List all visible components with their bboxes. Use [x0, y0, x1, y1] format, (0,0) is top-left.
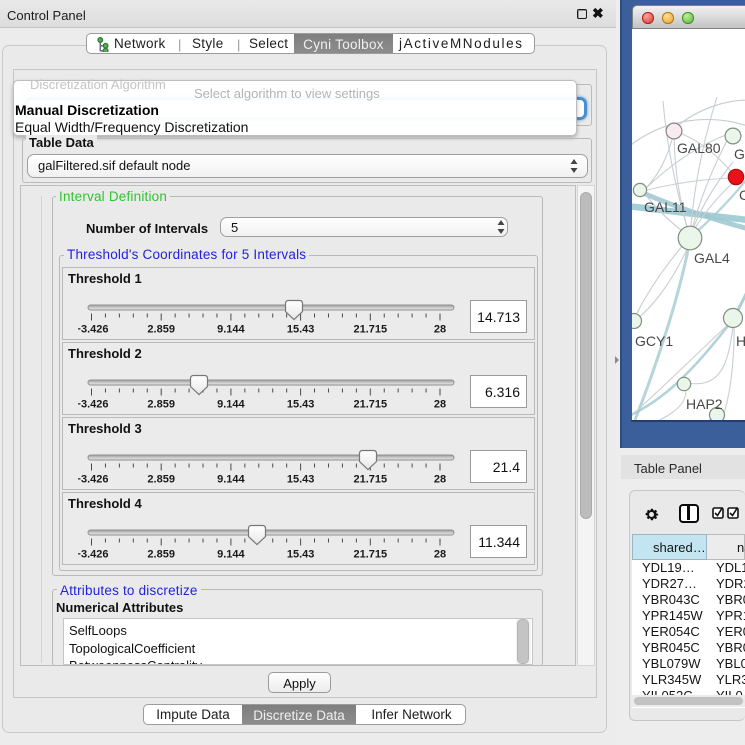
svg-text:21.715: 21.715: [353, 324, 387, 336]
svg-text:28: 28: [434, 399, 446, 411]
svg-text:2.859: 2.859: [147, 474, 175, 486]
svg-text:GCY1: GCY1: [635, 333, 673, 349]
svg-text:H: H: [736, 333, 745, 349]
svg-text:9.144: 9.144: [217, 474, 245, 486]
svg-text:21.715: 21.715: [353, 549, 387, 561]
svg-text:15.43: 15.43: [287, 474, 315, 486]
svg-text:28: 28: [434, 474, 446, 486]
svg-text:21.715: 21.715: [353, 474, 387, 486]
svg-text:9.144: 9.144: [217, 549, 245, 561]
svg-text:−3.426: −3.426: [78, 324, 108, 336]
svg-text:−3.426: −3.426: [78, 549, 108, 561]
svg-text:28: 28: [434, 549, 446, 561]
svg-text:GAL4: GAL4: [694, 250, 730, 266]
svg-text:−3.426: −3.426: [78, 474, 108, 486]
svg-text:HAP2: HAP2: [686, 396, 723, 412]
svg-text:GAL11: GAL11: [644, 199, 687, 215]
svg-text:9.144: 9.144: [217, 324, 245, 336]
svg-text:2.859: 2.859: [147, 324, 175, 336]
svg-text:2.859: 2.859: [147, 399, 175, 411]
svg-text:GAL80: GAL80: [677, 140, 721, 156]
svg-text:21.715: 21.715: [353, 399, 387, 411]
svg-text:15.43: 15.43: [287, 399, 315, 411]
svg-text:15.43: 15.43: [287, 549, 315, 561]
svg-text:−3.426: −3.426: [78, 399, 108, 411]
svg-text:GA: GA: [734, 146, 745, 162]
svg-text:9.144: 9.144: [217, 399, 245, 411]
svg-text:C: C: [739, 187, 745, 203]
svg-text:2.859: 2.859: [147, 549, 175, 561]
svg-text:28: 28: [434, 324, 446, 336]
svg-text:15.43: 15.43: [287, 324, 315, 336]
